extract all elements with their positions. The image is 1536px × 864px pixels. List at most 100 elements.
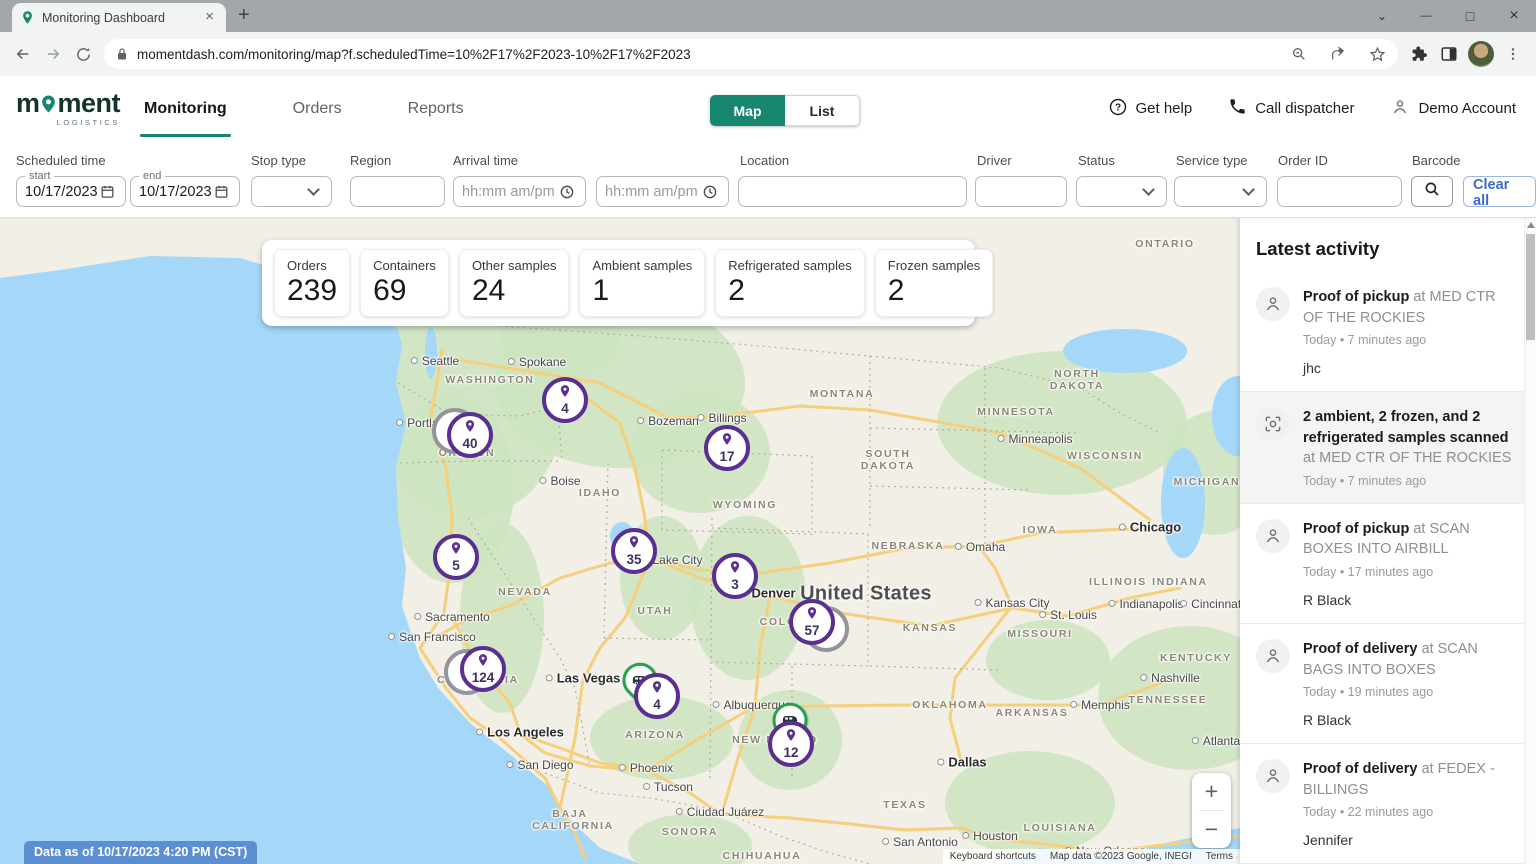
arrival-start-input[interactable]: hh:mm am/pm <box>453 176 586 207</box>
map-label-city: Minneapolis <box>997 432 1072 446</box>
stat-label: Other samples <box>472 258 557 273</box>
clock-icon[interactable] <box>557 182 577 202</box>
activity-list: Proof of pickup at MED CTR OF THE ROCKIE… <box>1240 272 1536 864</box>
order-id-input[interactable] <box>1277 176 1402 207</box>
cluster-marker-4[interactable]: 4 <box>634 673 680 719</box>
cluster-marker-5[interactable]: 5 <box>433 534 479 580</box>
moment-logo[interactable]: m ment LOGISTICS <box>16 90 120 127</box>
main-nav: Monitoring Orders Reports <box>142 76 466 141</box>
tab-search-chevron-icon[interactable]: ⌄ <box>1360 9 1404 23</box>
person-icon <box>1390 97 1410 121</box>
side-panel-icon[interactable] <box>1434 39 1464 69</box>
activity-scrollbar[interactable] <box>1524 218 1536 864</box>
nav-orders[interactable]: Orders <box>291 98 344 120</box>
cluster-marker-3[interactable]: 3 <box>712 553 758 599</box>
cluster-count: 124 <box>472 671 495 685</box>
map-canvas[interactable]: ONTARIOSeattleSpokaneWASHINGTONMONTANANO… <box>0 218 1240 864</box>
cluster-marker-17[interactable]: 17 <box>704 425 750 471</box>
activity-item[interactable]: Proof of pickup at MED CTR OF THE ROCKIE… <box>1240 272 1536 392</box>
map-label-city: Seattle <box>411 354 459 368</box>
map-label-state: IDAHO <box>579 487 621 499</box>
map-label-state: DAKOTA <box>1050 380 1104 392</box>
map-label-state: WASHINGTON <box>445 374 534 386</box>
activity-body: Proof of delivery at SCAN BAGS INTO BOXE… <box>1303 639 1512 728</box>
arrival-end-input[interactable]: hh:mm am/pm <box>596 176 729 207</box>
nav-reports[interactable]: Reports <box>406 98 466 120</box>
tab-close-icon[interactable]: × <box>201 9 218 26</box>
cluster-marker-35[interactable]: 35 <box>611 528 657 574</box>
clock-icon[interactable] <box>700 182 720 202</box>
scheduled-end-input[interactable]: end 10/17/2023 <box>130 176 240 207</box>
demo-account-button[interactable]: Demo Account <box>1390 97 1516 121</box>
start-legend: start <box>25 169 54 183</box>
share-icon[interactable] <box>1323 39 1353 69</box>
cluster-marker-12[interactable]: 12 <box>768 721 814 767</box>
location-input[interactable] <box>738 176 967 207</box>
cluster-marker-57[interactable]: 57 <box>789 599 835 645</box>
cluster-count: 35 <box>626 553 641 567</box>
zoom-in-button[interactable]: + <box>1192 773 1231 810</box>
zoom-out-button[interactable]: − <box>1192 811 1231 848</box>
scheduled-start-input[interactable]: start 10/17/2023 <box>16 176 126 207</box>
activity-item[interactable]: Proof of pickup at SCAN BOXES INTO AIRBI… <box>1240 504 1536 624</box>
stat-label: Orders <box>287 258 337 273</box>
window-close-button[interactable]: × <box>1492 7 1536 25</box>
activity-timestamp: Today • 22 minutes ago <box>1303 805 1512 819</box>
region-input[interactable] <box>350 176 445 207</box>
service-type-select[interactable] <box>1174 176 1267 207</box>
window-minimize-button[interactable]: — <box>1404 10 1448 22</box>
location-label: Location <box>740 153 789 168</box>
scrollbar-thumb[interactable] <box>1526 234 1535 340</box>
status-select[interactable] <box>1076 176 1167 207</box>
activity-item[interactable]: Proof of delivery at FEDEX - BILLINGSTod… <box>1240 744 1536 864</box>
browser-titlebar: Monitoring Dashboard × + ⌄ — □ × <box>0 0 1536 32</box>
calendar-icon[interactable] <box>97 182 117 202</box>
map-label-city: St. Louis <box>1039 608 1097 622</box>
window-maximize-button[interactable]: □ <box>1448 8 1492 24</box>
back-button[interactable] <box>8 39 38 69</box>
clear-all-button[interactable]: Clear all <box>1463 176 1536 207</box>
chevron-down-icon <box>1138 182 1158 202</box>
cluster-count: 17 <box>719 450 734 464</box>
map-label-city: Spokane <box>508 355 566 369</box>
activity-body: Proof of delivery at FEDEX - BILLINGSTod… <box>1303 759 1512 848</box>
toggle-map-button[interactable]: Map <box>710 95 785 126</box>
calendar-icon[interactable] <box>211 182 231 202</box>
url-bar[interactable]: momentdash.com/monitoring/map?f.schedule… <box>104 39 1398 69</box>
call-dispatcher-button[interactable]: Call dispatcher <box>1228 97 1354 120</box>
bookmark-star-icon[interactable] <box>1362 39 1392 69</box>
map-label-bigcity: Las Vegas <box>546 671 621 686</box>
nav-monitoring[interactable]: Monitoring <box>142 98 229 120</box>
person-icon <box>1256 759 1290 793</box>
zoom-page-icon[interactable] <box>1284 39 1314 69</box>
map-label-city: San Francisco <box>388 630 476 644</box>
browser-menu-kebab-icon[interactable] <box>1498 39 1528 69</box>
map-label-city: Nashville <box>1140 671 1200 685</box>
reload-button[interactable] <box>68 39 98 69</box>
cluster-count: 40 <box>462 437 477 451</box>
activity-item[interactable]: 2 ambient, 2 frozen, and 2 refrigerated … <box>1240 392 1536 504</box>
activity-item[interactable]: Proof of delivery at SCAN BAGS INTO BOXE… <box>1240 624 1536 744</box>
chevron-down-icon <box>303 182 323 202</box>
get-help-button[interactable]: ? Get help <box>1108 97 1193 121</box>
action-label: Get help <box>1136 100 1193 117</box>
help-icon: ? <box>1108 97 1128 121</box>
browser-tab[interactable]: Monitoring Dashboard × <box>12 3 226 32</box>
forward-button[interactable] <box>38 39 68 69</box>
keyboard-shortcuts-link[interactable]: Keyboard shortcuts <box>943 849 1043 864</box>
barcode-search-button[interactable] <box>1411 176 1453 207</box>
stop-type-select[interactable] <box>251 176 332 207</box>
cluster-marker-40[interactable]: 40 <box>447 412 493 458</box>
scrollbar-up-arrow[interactable] <box>1527 222 1535 228</box>
terms-link[interactable]: Terms <box>1199 849 1240 864</box>
profile-avatar[interactable] <box>1468 41 1494 67</box>
cluster-marker-124[interactable]: 124 <box>460 646 506 692</box>
cluster-marker-4[interactable]: 4 <box>542 377 588 423</box>
new-tab-button[interactable]: + <box>238 4 250 27</box>
favicon-pin-icon <box>20 10 35 25</box>
activity-text: Proof of pickup at SCAN BOXES INTO AIRBI… <box>1303 519 1512 560</box>
driver-input[interactable] <box>975 176 1067 207</box>
map-label-state: MICHIGAN <box>1174 476 1240 488</box>
toggle-list-button[interactable]: List <box>785 95 860 126</box>
extensions-puzzle-icon[interactable] <box>1404 39 1434 69</box>
